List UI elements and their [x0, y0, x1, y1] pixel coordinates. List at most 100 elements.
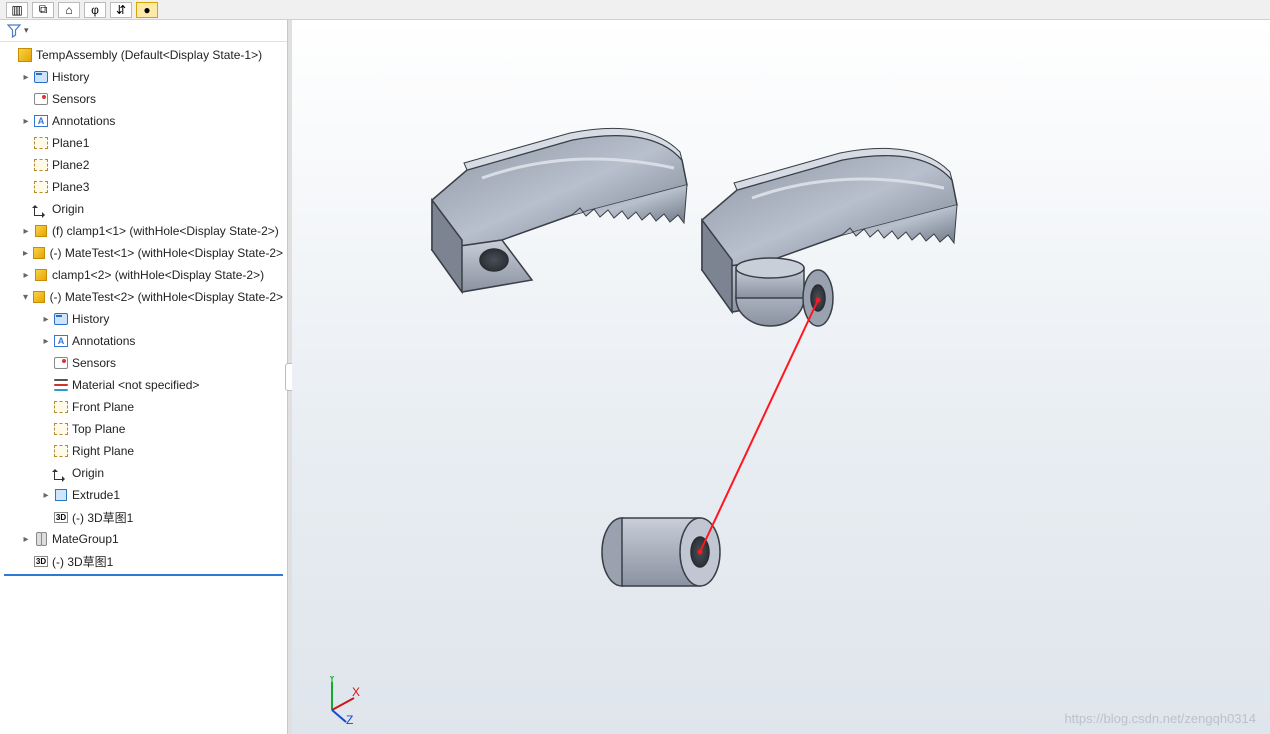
expander-icon[interactable]: ▸ — [40, 314, 52, 325]
tree-item-label: Extrude1 — [70, 488, 120, 502]
tree-item-label: (-) 3D草图1 — [50, 553, 113, 570]
toolbar-btn-globe[interactable]: ● — [136, 2, 158, 18]
tree-item-label: Sensors — [70, 356, 116, 370]
triad-x-label: X — [352, 685, 360, 699]
tree-item[interactable]: Top Plane — [0, 418, 287, 440]
tree-item-label: Origin — [50, 202, 84, 216]
expander-icon[interactable]: ▸ — [20, 72, 32, 83]
tree-item[interactable]: ▸ clamp1<2> (withHole<Display State-2>) — [0, 264, 287, 286]
toolbar-btn-home[interactable]: ⌂ — [58, 2, 80, 18]
filter-icon[interactable] — [6, 23, 22, 39]
triad-z-label: Z — [346, 713, 353, 724]
tree-item[interactable]: ▸ (-) MateTest<1> (withHole<Display State… — [0, 242, 287, 264]
expander-icon[interactable]: ▾ — [20, 292, 31, 303]
material-icon — [52, 379, 70, 391]
tree-item[interactable]: Sensors — [0, 352, 287, 374]
tree-item-label: History — [50, 70, 89, 84]
tree-item-label: Plane3 — [50, 180, 89, 194]
expander-icon[interactable]: ▸ — [40, 490, 52, 501]
sketch3d-icon: 3D — [32, 556, 50, 567]
tree-item[interactable]: Plane1 — [0, 132, 287, 154]
expander-icon[interactable]: ▸ — [40, 336, 52, 347]
filter-dropdown-icon[interactable]: ▾ — [24, 25, 29, 36]
tree-item[interactable]: ▸ History — [0, 308, 287, 330]
tree-item-label: Annotations — [70, 334, 135, 348]
tree-item[interactable]: Origin — [0, 462, 287, 484]
part-clamp1-1[interactable] — [432, 128, 687, 292]
tree-item-label: (-) 3D草图1 — [70, 509, 133, 526]
tree-item-label: MateGroup1 — [50, 532, 119, 546]
tree-item-label: Origin — [70, 466, 104, 480]
watermark-text: https://blog.csdn.net/zengqh0314 — [1064, 711, 1256, 726]
tree-item-label: Plane1 — [50, 136, 89, 150]
part-icon — [32, 269, 50, 281]
tree-root[interactable]: TempAssembly (Default<Display State-1>) — [0, 44, 287, 66]
tree-item-label: Sensors — [50, 92, 96, 106]
folder-history-icon — [32, 71, 50, 83]
tree-item[interactable]: 3D(-) 3D草图1 — [0, 550, 287, 572]
tree-item[interactable]: ▸AAnnotations — [0, 330, 287, 352]
graphics-viewport[interactable]: Y X Z https://blog.csdn.net/zengqh0314 — [292, 20, 1270, 734]
rollback-bar[interactable] — [4, 574, 283, 576]
sketch-endpoint[interactable] — [698, 550, 703, 555]
tree-item[interactable]: Origin — [0, 198, 287, 220]
expander-icon[interactable]: ▸ — [20, 534, 32, 545]
plane-icon — [32, 137, 50, 149]
tree-item[interactable]: Plane3 — [0, 176, 287, 198]
plane-icon — [32, 181, 50, 193]
top-toolbar: ▥ ⧉ ⌂ φ ⇵ ● — [0, 0, 1270, 20]
tree-item[interactable]: Sensors — [0, 88, 287, 110]
tree-item-label: clamp1<2> (withHole<Display State-2>) — [50, 268, 264, 282]
tree-item[interactable]: ▸ Extrude1 — [0, 484, 287, 506]
extrude-icon — [52, 489, 70, 501]
annotations-icon: A — [32, 115, 50, 127]
mates-icon — [32, 532, 50, 546]
tree-item-label: Material <not specified> — [70, 378, 199, 392]
plane-icon — [52, 445, 70, 457]
toolbar-btn-info[interactable]: φ — [84, 2, 106, 18]
expander-icon[interactable]: ▸ — [20, 248, 31, 259]
tree-item-label: (f) clamp1<1> (withHole<Display State-2>… — [50, 224, 279, 238]
sensor-icon — [32, 93, 50, 105]
feature-tree[interactable]: TempAssembly (Default<Display State-1>) … — [0, 42, 287, 734]
tree-item[interactable]: Material <not specified> — [0, 374, 287, 396]
tree-item[interactable]: Right Plane — [0, 440, 287, 462]
tree-item[interactable]: ▸AAnnotations — [0, 110, 287, 132]
expander-icon[interactable]: ▸ — [20, 116, 32, 127]
toolbar-btn-swap[interactable]: ⇵ — [110, 2, 132, 18]
tree-item-label: History — [70, 312, 109, 326]
sketch3d-icon: 3D — [52, 512, 70, 523]
tree-item[interactable]: ▸ MateGroup1 — [0, 528, 287, 550]
tree-root-label: TempAssembly (Default<Display State-1>) — [34, 48, 262, 62]
part-icon — [31, 291, 48, 303]
part-clamp1-2[interactable] — [702, 148, 957, 326]
tree-item[interactable]: ▸ History — [0, 66, 287, 88]
tree-item-label: Annotations — [50, 114, 115, 128]
plane-icon — [32, 159, 50, 171]
tree-item-label: Front Plane — [70, 400, 134, 414]
app-root: ▥ ⧉ ⌂ φ ⇵ ● ▾ TempAssembly (Default<Disp… — [0, 0, 1270, 734]
filter-bar: ▾ — [0, 20, 287, 42]
tree-item-label: (-) MateTest<1> (withHole<Display State-… — [48, 246, 283, 260]
tree-item[interactable]: ▸ (f) clamp1<1> (withHole<Display State-2… — [0, 220, 287, 242]
tree-item[interactable]: Plane2 — [0, 154, 287, 176]
tree-item[interactable]: Front Plane — [0, 396, 287, 418]
orientation-triad[interactable]: Y X Z — [312, 676, 360, 724]
plane-icon — [52, 423, 70, 435]
toolbar-btn-panel[interactable]: ▥ — [6, 2, 28, 18]
main-row: ▾ TempAssembly (Default<Display State-1>… — [0, 20, 1270, 734]
expander-icon[interactable]: ▸ — [20, 270, 32, 281]
folder-history-icon — [52, 313, 70, 325]
sensor-icon — [52, 357, 70, 369]
tree-item[interactable]: 3D(-) 3D草图1 — [0, 506, 287, 528]
tree-item-label: Top Plane — [70, 422, 125, 436]
part-icon — [31, 247, 48, 259]
tree-item[interactable]: ▾(-) MateTest<2> (withHole<Display State… — [0, 286, 287, 308]
sketch-line[interactable] — [700, 300, 818, 552]
plane-icon — [52, 401, 70, 413]
model-canvas[interactable] — [292, 20, 1270, 734]
toolbar-btn-layout[interactable]: ⧉ — [32, 2, 54, 18]
expander-icon[interactable]: ▸ — [20, 226, 32, 237]
origin-icon — [52, 466, 70, 480]
sketch-endpoint[interactable] — [816, 298, 821, 303]
